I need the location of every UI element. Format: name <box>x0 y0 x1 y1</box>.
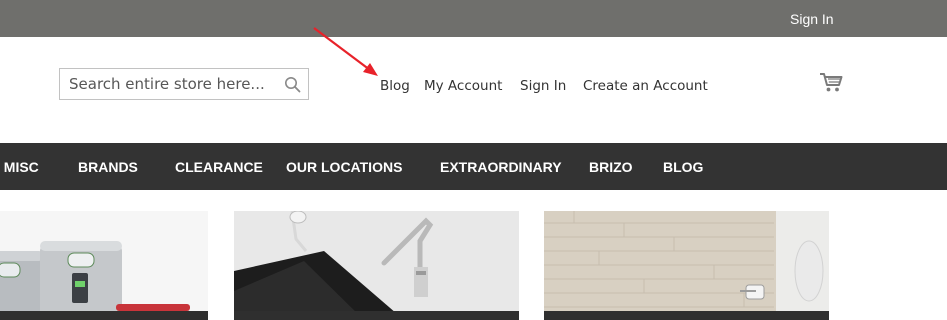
nav-item-clearance[interactable]: CLEARANCE <box>175 159 263 175</box>
bathroom-tile-image <box>544 211 829 320</box>
nav-item-brands[interactable]: BRANDS <box>78 159 138 175</box>
cart-icon[interactable] <box>819 71 843 93</box>
header-link-sign-in[interactable]: Sign In <box>520 78 566 94</box>
faucet-image <box>234 211 519 320</box>
water-heaters-image <box>0 241 208 320</box>
nav-item-misc[interactable]: , MISC <box>0 159 39 175</box>
nav-item-extraordinary[interactable]: EXTRAORDINARY <box>440 159 562 175</box>
promo-tile-bathroom[interactable] <box>544 211 829 320</box>
header-link-create-account[interactable]: Create an Account <box>583 78 708 94</box>
nav-item-our-locations[interactable]: OUR LOCATIONS <box>286 159 402 175</box>
search-input[interactable] <box>60 69 280 99</box>
promo-tile-faucet[interactable] <box>234 211 519 320</box>
search-box <box>59 68 309 100</box>
site-header: Blog My Account Sign In Create an Accoun… <box>0 37 947 143</box>
promo-tile-water-heaters[interactable] <box>0 211 208 320</box>
top-sign-in-link[interactable]: Sign In <box>790 11 834 27</box>
header-link-blog[interactable]: Blog <box>380 78 410 94</box>
nav-item-blog[interactable]: BLOG <box>663 159 703 175</box>
top-utility-bar: Sign In <box>0 0 947 37</box>
main-nav: , MISC BRANDS CLEARANCE OUR LOCATIONS EX… <box>0 143 947 190</box>
nav-item-brizo[interactable]: BRIZO <box>589 159 633 175</box>
search-icon[interactable] <box>284 76 301 93</box>
header-link-my-account[interactable]: My Account <box>424 78 502 94</box>
